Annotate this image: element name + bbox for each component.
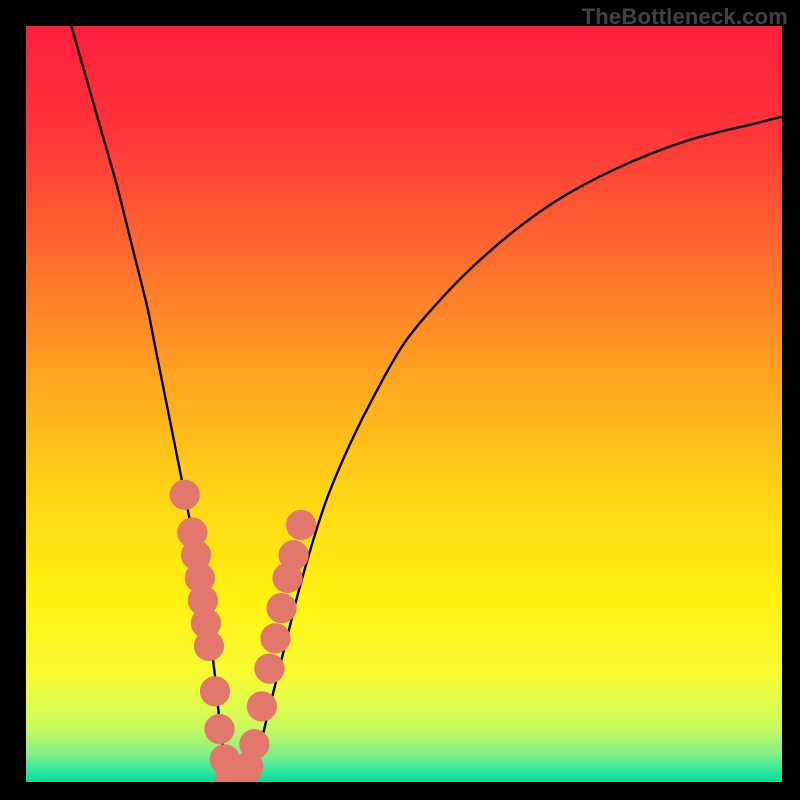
curve-marker — [247, 691, 277, 721]
curve-marker — [200, 676, 230, 706]
watermark-text: TheBottleneck.com — [582, 4, 788, 30]
curve-marker — [170, 480, 200, 510]
curve-marker — [260, 623, 290, 653]
curve-marker — [266, 593, 296, 623]
chart-svg — [26, 26, 782, 782]
curve-marker — [254, 653, 284, 683]
curve-marker — [279, 540, 309, 570]
curve-marker — [194, 631, 224, 661]
curve-marker — [286, 510, 316, 540]
curve-marker — [239, 729, 269, 759]
outer-frame: TheBottleneck.com — [0, 0, 800, 800]
gradient-background — [26, 26, 782, 782]
curve-marker — [204, 714, 234, 744]
plot-area — [26, 26, 782, 782]
